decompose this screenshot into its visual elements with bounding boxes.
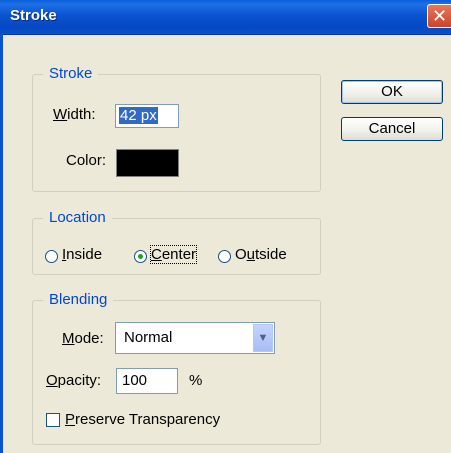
color-swatch[interactable] (116, 149, 179, 177)
stroke-group-label: Stroke (43, 65, 99, 82)
close-button[interactable]: ✕ (427, 4, 451, 28)
radio-outside-label: Outside (235, 246, 287, 263)
cancel-button[interactable]: Cancel (341, 117, 443, 141)
location-group-label: Location (43, 209, 112, 226)
radio-outside-button[interactable] (218, 250, 231, 263)
opacity-label: Opacity: (46, 372, 102, 389)
radio-center-button[interactable] (134, 250, 147, 263)
radio-inside-label: Inside (62, 246, 103, 263)
blending-group-label: Blending (43, 291, 114, 308)
opacity-input[interactable]: 100 (116, 368, 178, 394)
ok-button[interactable]: OK (341, 80, 443, 104)
close-icon: ✕ (431, 6, 448, 26)
preserve-transparency-checkbox[interactable] (46, 413, 60, 427)
radio-inside-button[interactable] (45, 250, 58, 263)
width-label: Width: (53, 106, 96, 123)
title-bar[interactable]: Stroke ✕ (0, 0, 451, 35)
window-frame (0, 34, 3, 453)
mode-select[interactable]: Normal ▼ (115, 322, 275, 354)
dialog-title: Stroke (10, 7, 57, 24)
width-value: 42 px (119, 107, 158, 124)
mode-value: Normal (124, 329, 173, 346)
width-input[interactable]: 42 px (115, 104, 179, 128)
opacity-value: 100 (122, 372, 148, 389)
color-label: Color: (66, 152, 107, 169)
radio-center-label: Center (149, 245, 198, 264)
preserve-transparency-label: Preserve Transparency (65, 411, 221, 428)
chevron-down-icon[interactable]: ▼ (253, 324, 273, 352)
opacity-unit: % (189, 372, 203, 389)
mode-label: Mode: (62, 330, 104, 347)
